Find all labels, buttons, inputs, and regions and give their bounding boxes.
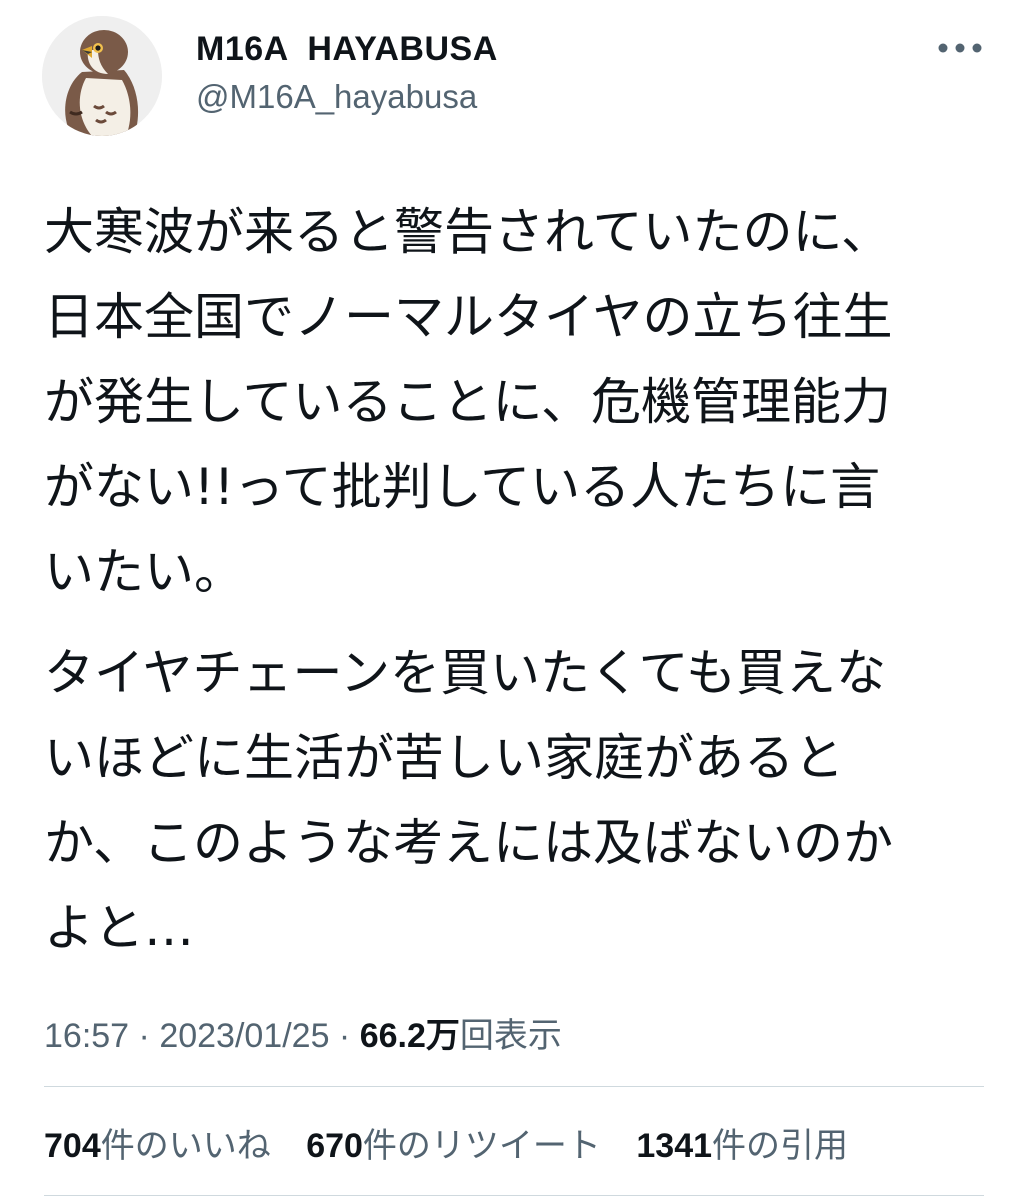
- user-handle[interactable]: @M16A_hayabusa: [196, 78, 477, 116]
- likes-stat[interactable]: 704件のいいね: [44, 1118, 271, 1167]
- divider: [44, 1195, 984, 1196]
- retweets-count: 670: [306, 1127, 363, 1165]
- tweet-time[interactable]: 16:57: [44, 1017, 129, 1055]
- views-label: 回表示: [459, 1017, 562, 1055]
- likes-label: 件のいいね: [100, 1127, 271, 1165]
- more-dots-icon: [938, 43, 982, 53]
- more-button[interactable]: [935, 28, 985, 68]
- tweet-meta: 16:57 · 2023/01/25 · 66.2万回表示: [44, 1008, 562, 1057]
- falcon-avatar-icon: [42, 16, 162, 136]
- avatar[interactable]: [42, 16, 162, 136]
- quotes-count: 1341: [636, 1127, 713, 1165]
- tweet-paragraph: タイヤチェーンを買いたくても買えな いほどに生活が苦しい家庭があると か、このよ…: [44, 644, 893, 957]
- tweet-paragraph: 大寒波が来ると警告されていたのに、 日本全国でノーマルタイヤの立ち往生 が発生し…: [44, 203, 893, 601]
- meta-separator: ·: [329, 1017, 360, 1055]
- retweets-stat[interactable]: 670件のリツイート: [306, 1118, 601, 1167]
- divider: [44, 1086, 984, 1087]
- quotes-label: 件の引用: [712, 1127, 849, 1165]
- tweet-stats: 704件のいいね 670件のリツイート 1341件の引用: [44, 1118, 874, 1167]
- tweet: M16A HAYABUSA @M16A_hayabusa 大寒波が来ると警告され…: [0, 0, 1027, 1200]
- tweet-date[interactable]: 2023/01/25: [159, 1017, 329, 1055]
- likes-count: 704: [44, 1127, 101, 1165]
- retweets-label: 件のリツイート: [362, 1127, 601, 1165]
- tweet-text: 大寒波が来ると警告されていたのに、 日本全国でノーマルタイヤの立ち往生 が発生し…: [44, 190, 984, 987]
- display-name[interactable]: M16A HAYABUSA: [196, 30, 498, 69]
- views-count: 66.2万: [359, 1017, 460, 1055]
- quotes-stat[interactable]: 1341件の引用: [636, 1118, 848, 1167]
- meta-separator: ·: [129, 1017, 160, 1055]
